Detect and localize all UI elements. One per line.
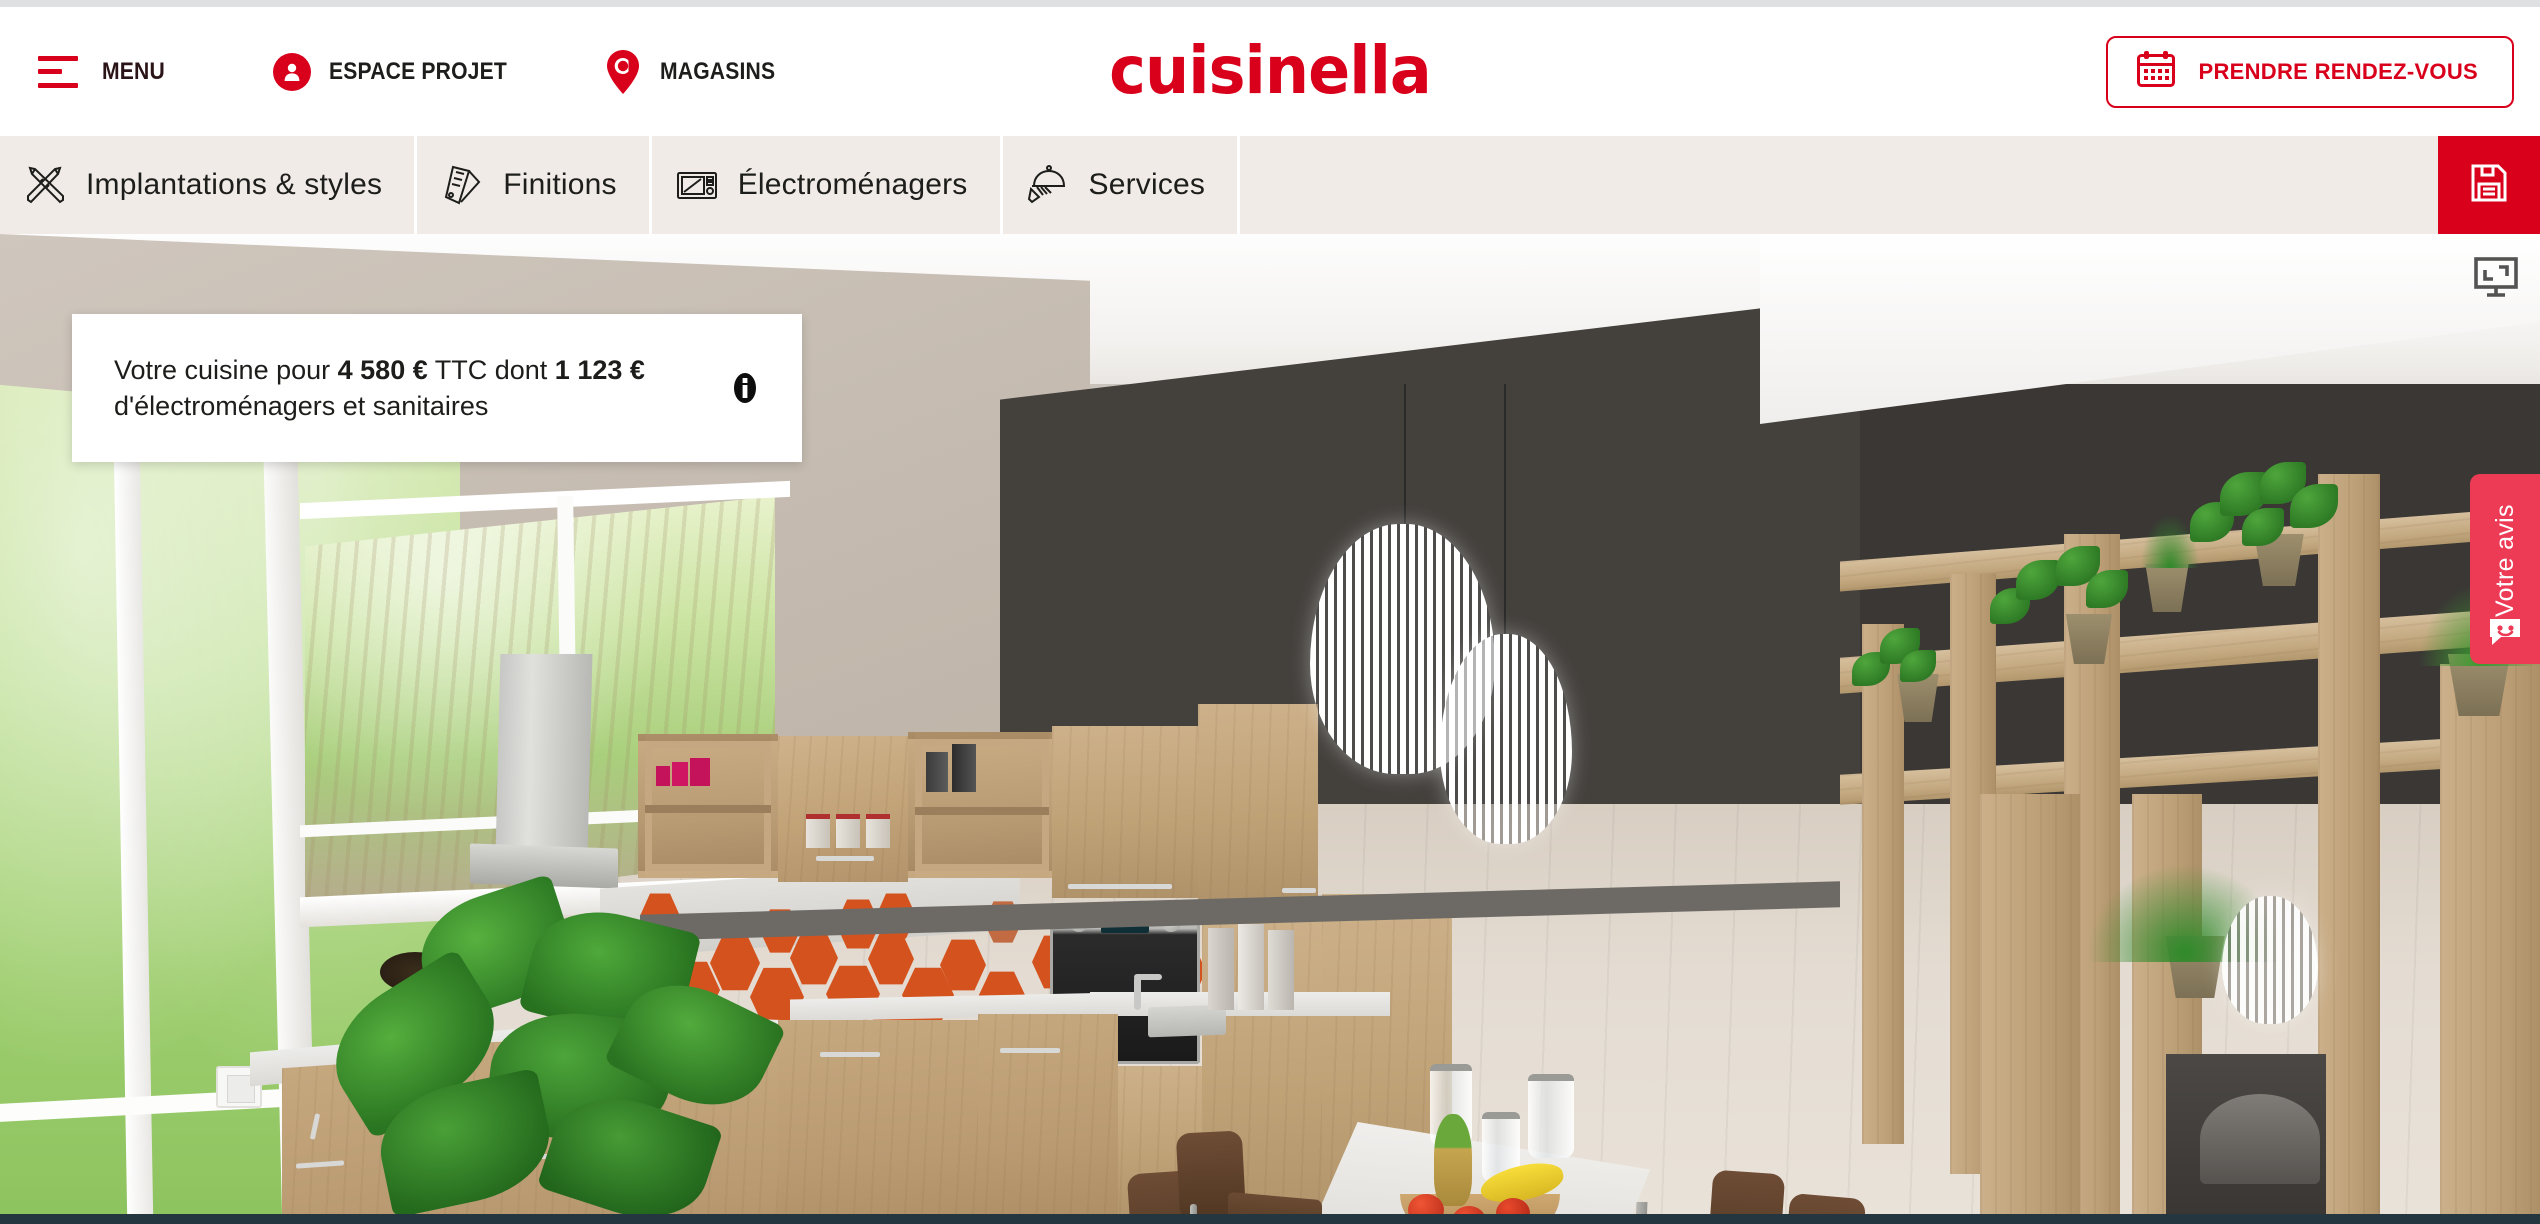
smiley-chat-icon bbox=[2487, 617, 2523, 652]
top-bar-strip bbox=[0, 0, 2540, 7]
price-info-button[interactable] bbox=[726, 366, 764, 410]
scene-shelf-post bbox=[2440, 664, 2540, 1224]
scene-base-cabinet bbox=[978, 1014, 1118, 1224]
appliance-price: 1 123 € bbox=[554, 354, 645, 385]
scene-faucet-spout bbox=[1134, 974, 1162, 980]
calendar-icon bbox=[2136, 50, 2176, 93]
tab-label: Finitions bbox=[503, 168, 617, 201]
hamburger-menu-icon bbox=[38, 55, 78, 88]
scene-pineapple bbox=[1434, 1114, 1472, 1206]
scene-pendant-lamp bbox=[2222, 896, 2318, 1024]
scene-decor-jar bbox=[806, 814, 830, 848]
price-suffix: d'électroménagers et sanitaires bbox=[114, 391, 489, 421]
scene-cabinet-handle bbox=[816, 856, 874, 861]
espace-projet-label: ESPACE PROJET bbox=[329, 57, 508, 85]
total-price: 4 580 € bbox=[337, 354, 428, 385]
scene-cabinet-handle bbox=[1068, 884, 1172, 889]
scene-decor-cup bbox=[656, 766, 670, 786]
ruler-pencil-icon bbox=[22, 162, 68, 208]
scene-milk-jar bbox=[1528, 1074, 1574, 1158]
tab-services[interactable]: Services bbox=[1003, 136, 1241, 234]
magasins-button[interactable]: MAGASINS bbox=[604, 49, 791, 95]
scene-shelf-post bbox=[2318, 474, 2380, 1224]
scene-ivy-plant bbox=[1990, 542, 2150, 632]
scene-tall-cabinet bbox=[1198, 704, 1318, 904]
scene-snake-plant bbox=[2142, 516, 2198, 568]
votre-avis-tab[interactable]: Votre avis bbox=[2470, 474, 2540, 664]
scene-decor-cup bbox=[690, 758, 710, 786]
scene-tall-cabinet bbox=[1052, 726, 1198, 898]
scene-decor-jar bbox=[836, 814, 860, 848]
scene-cabinet-handle bbox=[1282, 888, 1316, 893]
scene-ivy-plant bbox=[1852, 626, 1942, 686]
scene-pendant-lamp bbox=[1440, 634, 1572, 844]
scene-decor-canister bbox=[952, 744, 976, 792]
scene-pendant-cord bbox=[1504, 384, 1506, 674]
price-middle: TTC dont bbox=[427, 354, 555, 385]
scene-monstera-plant bbox=[300, 873, 820, 1224]
microwave-icon bbox=[674, 162, 720, 208]
floppy-disk-save-icon bbox=[2466, 160, 2512, 211]
tab-label: Implantations & styles bbox=[86, 168, 383, 201]
serving-dome-icon bbox=[1025, 162, 1071, 208]
scene-canister bbox=[1238, 924, 1264, 1010]
scene-shelf-post bbox=[1862, 624, 1904, 1144]
scene-canister bbox=[1268, 930, 1294, 1010]
price-info-card: Votre cuisine pour 4 580 € TTC dont 1 12… bbox=[72, 314, 802, 462]
user-account-icon bbox=[273, 52, 312, 91]
espace-projet-button[interactable]: ESPACE PROJET bbox=[273, 52, 531, 91]
color-swatch-icon bbox=[439, 162, 485, 208]
scene-extractor-hood-duct bbox=[495, 654, 593, 854]
scene-ivy-plant bbox=[2190, 462, 2360, 552]
price-text: Votre cuisine pour 4 580 € TTC dont 1 12… bbox=[114, 352, 726, 425]
cuisinella-logo[interactable]: cuisinella bbox=[1109, 31, 1432, 108]
magasins-label: MAGASINS bbox=[659, 57, 775, 85]
scene-shelf-post bbox=[1980, 794, 2080, 1224]
price-prefix: Votre cuisine pour bbox=[114, 354, 338, 385]
menu-button[interactable]: MENU bbox=[38, 55, 173, 88]
menu-label: MENU bbox=[102, 57, 165, 85]
configurator-nav: Implantations & styles Finitions Électro… bbox=[0, 136, 2540, 234]
fullscreen-button[interactable] bbox=[2468, 254, 2522, 302]
tab-electromenagers[interactable]: Électroménagers bbox=[652, 136, 1003, 234]
save-project-button[interactable] bbox=[2438, 136, 2540, 234]
viewport-bottom-strip bbox=[0, 1214, 2540, 1224]
nav-spacer bbox=[1240, 136, 2438, 234]
tab-label: Électroménagers bbox=[737, 168, 968, 201]
scene-cabinet-handle bbox=[1000, 1048, 1060, 1053]
scene-wall-unit-open bbox=[638, 734, 778, 878]
scene-decor-cup bbox=[672, 762, 688, 786]
tab-label: Services bbox=[1088, 168, 1206, 201]
scene-decor-shape bbox=[2200, 1094, 2320, 1184]
tab-finitions[interactable]: Finitions bbox=[417, 136, 652, 234]
prendre-rendez-vous-button[interactable]: PRENDRE RENDEZ-VOUS bbox=[2106, 35, 2514, 108]
map-pin-icon bbox=[604, 49, 642, 95]
scene-faucet bbox=[1134, 976, 1141, 1010]
scene-canister bbox=[1208, 928, 1234, 1010]
site-header: MENU ESPACE PROJET MAGASINS cuisinella P… bbox=[0, 7, 2540, 136]
tab-implantations-styles[interactable]: Implantations & styles bbox=[0, 136, 418, 234]
prendre-rendez-vous-label: PRENDRE RENDEZ-VOUS bbox=[2198, 58, 2478, 84]
scene-decor-canister bbox=[926, 752, 948, 792]
scene-decor-jar bbox=[866, 814, 890, 848]
votre-avis-label: Votre avis bbox=[2490, 504, 2519, 617]
kitchen-3d-viewport[interactable]: Votre cuisine pour 4 580 € TTC dont 1 12… bbox=[0, 234, 2540, 1224]
scene-cabinet-handle bbox=[820, 1052, 880, 1057]
fullscreen-screen-icon bbox=[2474, 257, 2518, 297]
info-icon bbox=[734, 373, 756, 403]
